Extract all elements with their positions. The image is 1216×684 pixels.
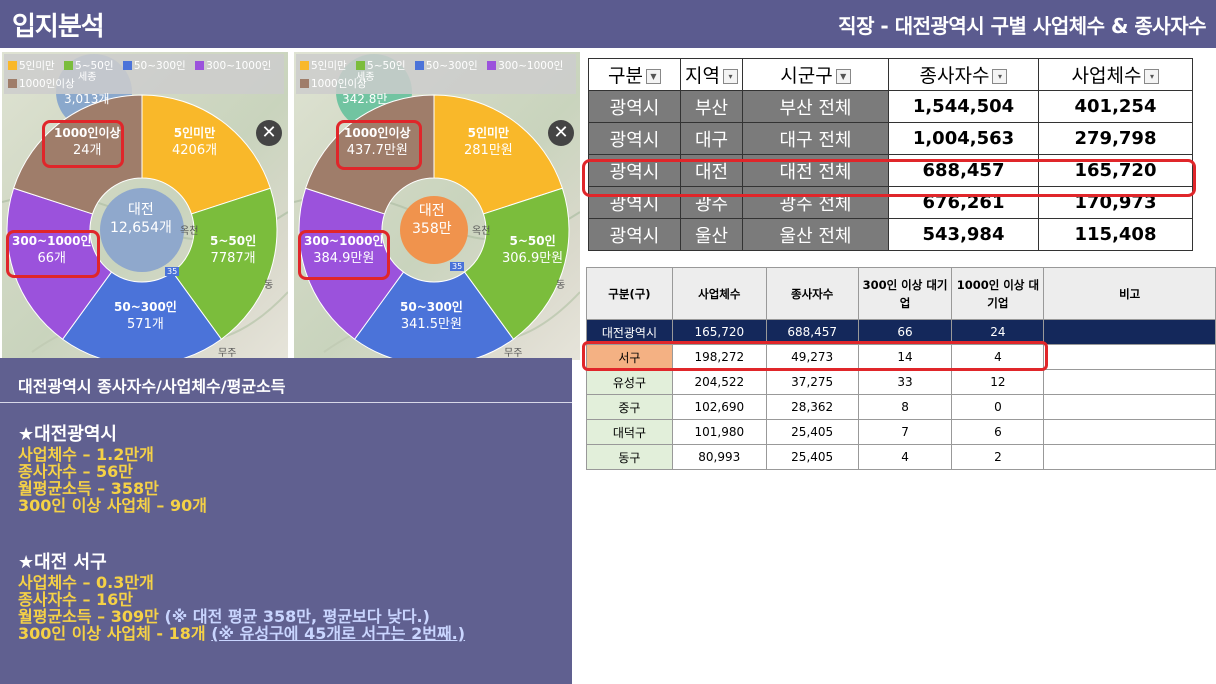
highlight-box	[6, 230, 100, 278]
sejong-label: 세종	[78, 72, 97, 83]
place-label-muju: 무주	[504, 348, 523, 359]
column-header-businesses[interactable]: 사업체수 ▾	[1038, 58, 1193, 91]
highlight-box	[298, 230, 390, 280]
legend-item-300-1000[interactable]: 300~1000인	[195, 58, 271, 73]
header-bar: 입지분석 직장 - 대전광역시 구별 사업체수 & 종사자수	[0, 0, 1216, 48]
column-header-category[interactable]: 구분 ▼	[588, 58, 681, 91]
column-header-employees: 종사자수	[765, 267, 859, 320]
info-line: 300인 이상 사업체 - 18개 (※ 유성구에 45개로 서구는 2번째.)	[18, 624, 466, 643]
info-line: 사업체수 – 0.3만개	[18, 573, 154, 592]
info-panel: 대전광역시 종사자수/사업체수/평균소득 ★대전광역시 사업체수 – 1.2만개…	[0, 358, 572, 684]
table-row: 중구 102,690 28,362 8 0	[586, 394, 1216, 420]
center-label: 대전 12,654개	[110, 202, 172, 236]
info-divider	[0, 402, 572, 403]
legend: 5인미만 5~50인 50~300인 300~1000인 1000인이상	[296, 54, 576, 94]
metro-city-table: 구분 ▼ 지역 ▾ 시군구 ▼ 종사자수 ▾ 사업체수 ▾ 광역시 부산 부산 전체 1,544…	[588, 58, 1193, 251]
column-header-district[interactable]: 시군구 ▼	[742, 58, 889, 91]
column-header-employees[interactable]: 종사자수 ▾	[888, 58, 1039, 91]
table-row: 광역시 대구 대구 전체 1,004,563 279,798	[588, 122, 1193, 155]
table-row: 광역시 부산 부산 전체 1,544,504 401,254	[588, 90, 1193, 123]
place-label-dong: 동	[556, 280, 566, 291]
highlight-box	[336, 120, 422, 170]
sejong-label: 세종	[356, 72, 375, 83]
place-label-dong: 동	[264, 280, 274, 291]
column-header-remarks: 비고	[1043, 267, 1216, 320]
dropdown-icon[interactable]: ▾	[1144, 69, 1160, 84]
table-row: 유성구 204,522 37,275 33 12	[586, 369, 1216, 395]
seg-label-lt5: 5인미만 4206개	[172, 126, 218, 158]
info-block-daejeon: ★대전광역시 사업체수 – 1.2만개 종사자수 – 56만 월평균소득 – 3…	[18, 424, 207, 514]
legend-item-50-300[interactable]: 50~300인	[414, 58, 478, 73]
table-row: 동구 80,993 25,405 4 2	[586, 444, 1216, 470]
highway-badge: 35	[450, 262, 465, 271]
column-header-businesses: 사업체수	[671, 267, 767, 320]
seg-label-lt5: 5인미만 281만원	[464, 126, 513, 158]
legend-item-300-1000[interactable]: 300~1000인	[487, 58, 563, 73]
legend-item-1000plus[interactable]: 1000인이상	[8, 76, 75, 91]
seg-label-50-300: 50~300인 571개	[114, 300, 177, 332]
legend-item-lt5[interactable]: 5인미만	[300, 58, 347, 73]
place-label-muju: 무주	[218, 348, 237, 359]
sejong-value: 342.8만	[342, 92, 388, 106]
center-label: 대전 358만	[412, 203, 452, 237]
column-header-1000plus: 1000인 이상 대기업	[951, 267, 1045, 320]
seg-label-5-50: 5~50인 306.9만원	[502, 234, 564, 266]
legend: 5인미만 5~50인 50~300인 300~1000인 1000인이상	[4, 54, 284, 94]
place-label-okcheon: 옥천	[472, 226, 491, 237]
filter-icon[interactable]: ▼	[645, 69, 661, 84]
place-label-okcheon: 옥천	[180, 226, 199, 237]
map-panel-avg-income[interactable]: 5인미만 5~50인 50~300인 300~1000인 1000인이상 세종 …	[294, 52, 580, 360]
seg-label-50-300: 50~300인 341.5만원	[400, 300, 463, 332]
info-block-seogu: ★대전 서구 사업체수 – 0.3만개 종사자수 – 16만 월평균소득 – 3…	[18, 552, 465, 642]
table-row: 광역시 울산 울산 전체 543,984 115,408	[588, 218, 1193, 251]
column-header-300plus: 300인 이상 대기업	[857, 267, 953, 320]
seg-label-5-50: 5~50인 7787개	[210, 234, 257, 266]
info-line: 종사자수 – 16만	[18, 590, 134, 609]
legend-item-lt5[interactable]: 5인미만	[8, 58, 55, 73]
legend-item-50-300[interactable]: 50~300인	[122, 58, 186, 73]
close-icon[interactable]: ✕	[256, 120, 282, 146]
info-heading: ★대전광역시	[18, 424, 117, 445]
close-icon[interactable]: ✕	[548, 120, 574, 146]
filter-icon[interactable]: ▼	[835, 69, 851, 84]
info-line: 종사자수 – 56만	[18, 462, 134, 481]
highway-badge: 35	[165, 267, 180, 276]
info-line: 월평균소득 – 358만	[18, 479, 159, 498]
highlight-box-seogu-row	[582, 341, 1048, 371]
info-line: 사업체수 – 1.2만개	[18, 445, 154, 464]
info-title: 대전광역시 종사자수/사업체수/평균소득	[18, 377, 286, 396]
table-row: 대덕구 101,980 25,405 7 6	[586, 419, 1216, 445]
page-subtitle: 직장 - 대전광역시 구별 사업체수 & 종사자수	[838, 14, 1206, 38]
info-heading: ★대전 서구	[18, 552, 107, 573]
highlight-box-daejeon-row	[582, 159, 1196, 197]
dropdown-icon[interactable]: ▾	[722, 69, 738, 84]
info-line: 월평균소득 – 309만 (※ 대전 평균 358만, 평균보다 낮다.)	[18, 607, 430, 626]
map-panel-business-count[interactable]: 5인미만 5~50인 50~300인 300~1000인 1000인이상 세종 …	[2, 52, 288, 360]
sejong-value: 3,013개	[64, 92, 110, 106]
column-header-region[interactable]: 지역 ▾	[680, 58, 743, 91]
page-title: 입지분석	[12, 12, 105, 42]
dropdown-icon[interactable]: ▾	[992, 69, 1008, 84]
info-line: 300인 이상 사업체 – 90개	[18, 496, 207, 515]
column-header-district: 구분(구)	[586, 267, 673, 320]
highlight-box	[42, 120, 124, 168]
